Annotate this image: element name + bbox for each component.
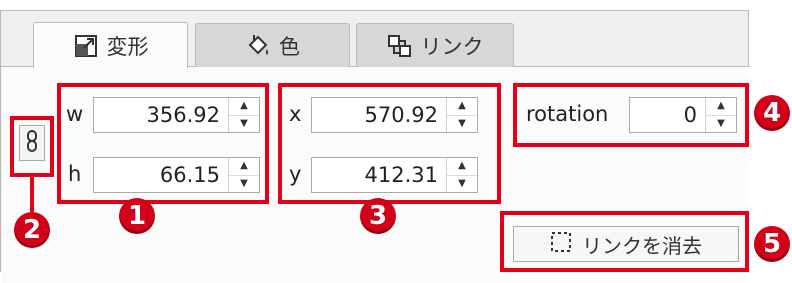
tab-color-label: 色: [279, 34, 300, 59]
tab-transform[interactable]: 変形: [33, 22, 188, 68]
highlight-unlink: [500, 211, 749, 272]
callout-line-2: [30, 176, 34, 212]
tab-color[interactable]: 色: [195, 23, 350, 67]
tab-link-label: リンク: [420, 34, 484, 59]
tab-transform-label: 変形: [106, 34, 149, 59]
callout-badge-4: 4: [754, 95, 790, 131]
highlight-rotation: [513, 83, 749, 147]
link-icon: [387, 33, 413, 59]
highlight-lock: [10, 116, 54, 177]
callout-badge-2: 2: [14, 212, 50, 248]
callout-badge-5: 5: [754, 226, 790, 262]
highlight-size: [57, 83, 269, 204]
callout-badge-1: 1: [119, 198, 155, 234]
highlight-position: [278, 83, 501, 204]
paint-bucket-icon: [245, 33, 271, 59]
callout-badge-3: 3: [360, 198, 396, 234]
transform-icon: [73, 33, 99, 59]
tab-bar: 変形 色 リンク: [1, 11, 750, 68]
tab-link[interactable]: リンク: [356, 23, 514, 67]
